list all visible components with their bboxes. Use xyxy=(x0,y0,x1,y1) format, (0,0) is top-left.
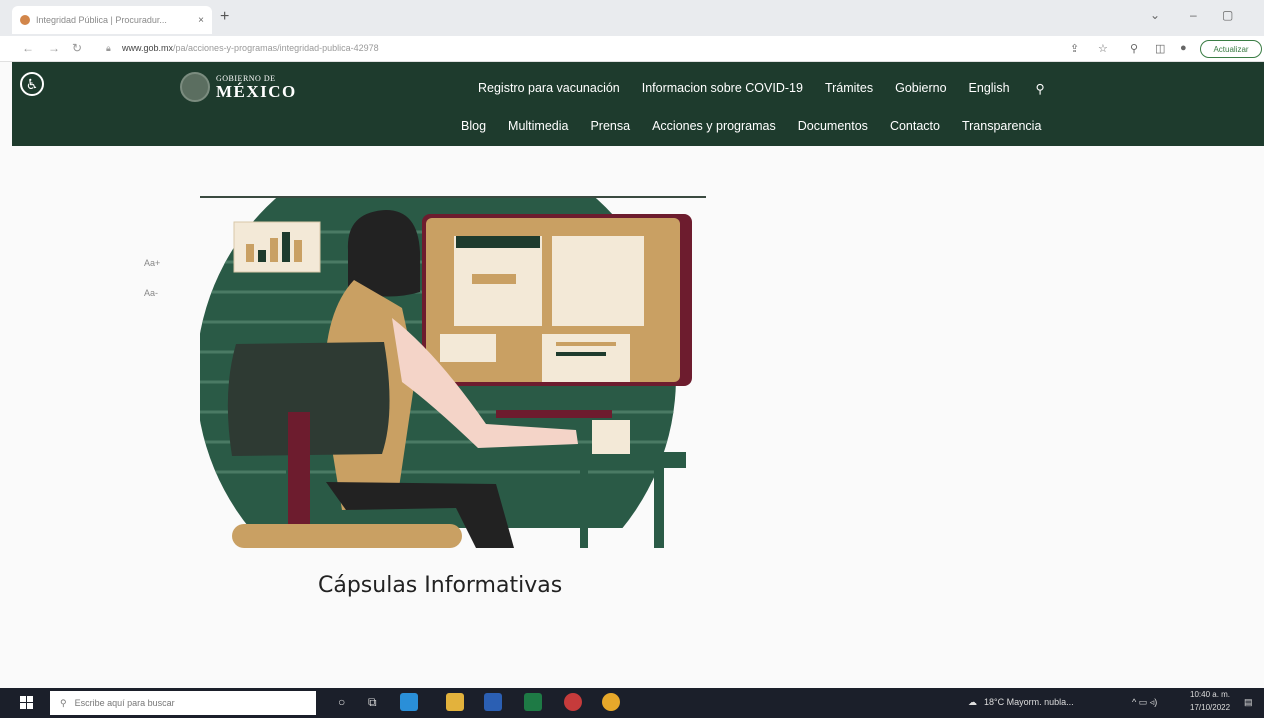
windows-taskbar: ⚲ Escribe aquí para buscar ○ ⧉ ☁ 18°C Ma… xyxy=(0,688,1264,718)
nav-multimedia[interactable]: Multimedia xyxy=(508,119,568,133)
minimize-icon[interactable]: – xyxy=(1190,8,1197,22)
font-increase-button[interactable]: Aa+ xyxy=(144,258,160,268)
browser-tab[interactable]: Integridad Pública | Procuradur... × xyxy=(12,6,212,34)
update-button[interactable]: Actualizar xyxy=(1200,40,1262,58)
url-domain: www.gob.mx xyxy=(122,43,174,53)
search-placeholder: Escribe aquí para buscar xyxy=(74,698,175,708)
url-path: /pa/acciones-y-programas/integridad-publ… xyxy=(173,43,379,53)
secondary-nav: Blog Multimedia Prensa Acciones y progra… xyxy=(461,119,1041,133)
primary-nav: Registro para vacunación Informacion sob… xyxy=(478,81,1045,96)
nav-english[interactable]: English xyxy=(969,81,1010,96)
windows-start-icon[interactable] xyxy=(20,696,33,709)
nav-blog[interactable]: Blog xyxy=(461,119,486,133)
share-icon[interactable]: ⇪ xyxy=(1070,42,1079,55)
site-header: ♿︎ GOBIERNO DE MÉXICO Registro para vacu… xyxy=(12,62,1264,146)
search-icon[interactable]: ⚲ xyxy=(1036,81,1045,96)
bookmark-star-icon[interactable]: ☆ xyxy=(1098,42,1108,55)
weather-icon[interactable]: ☁ xyxy=(968,697,977,708)
logo-line2: MÉXICO xyxy=(216,82,297,101)
browser-tab-strip: Integridad Pública | Procuradur... × + ⌄… xyxy=(0,0,1264,36)
notifications-icon[interactable]: ▤ xyxy=(1244,697,1253,708)
extension-icon[interactable]: ⚲ xyxy=(1130,42,1138,55)
tab-search-icon[interactable]: ⌄ xyxy=(1150,8,1160,22)
back-icon[interactable]: ← xyxy=(22,41,34,55)
cortana-icon[interactable]: ○ xyxy=(338,695,345,709)
edge-icon[interactable] xyxy=(400,693,418,711)
search-icon: ⚲ xyxy=(60,697,67,708)
sidepanel-icon[interactable]: ◫ xyxy=(1155,42,1165,55)
url-field[interactable]: www.gob.mx/pa/acciones-y-programas/integ… xyxy=(122,43,379,53)
tray-icons[interactable]: ^ ▭ ◃) xyxy=(1132,697,1157,708)
gobierno-logo[interactable]: GOBIERNO DE MÉXICO xyxy=(180,72,297,102)
font-size-controls: Aa+ Aa- xyxy=(144,258,160,318)
font-decrease-button[interactable]: Aa- xyxy=(144,288,160,298)
weather-text[interactable]: 18°C Mayorm. nubla... xyxy=(984,697,1074,707)
nav-vacunacion[interactable]: Registro para vacunación xyxy=(478,81,620,96)
clock-date[interactable]: 17/10/2022 xyxy=(1190,703,1230,712)
page-caption[interactable]: Cápsulas Informativas xyxy=(318,573,562,598)
accessibility-icon[interactable]: ♿︎ xyxy=(20,72,44,96)
new-tab-button[interactable]: + xyxy=(220,8,229,26)
clock-time[interactable]: 10:40 a. m. xyxy=(1190,690,1230,699)
nav-contacto[interactable]: Contacto xyxy=(890,119,940,133)
lock-icon[interactable]: 🔒︎ xyxy=(106,43,111,54)
reload-icon[interactable]: ↻ xyxy=(72,41,82,55)
nav-tramites[interactable]: Trámites xyxy=(825,81,873,96)
excel-icon[interactable] xyxy=(524,693,542,711)
profile-icon[interactable]: ● xyxy=(1180,42,1187,54)
nav-documentos[interactable]: Documentos xyxy=(798,119,868,133)
pdf-reader-icon[interactable] xyxy=(564,693,582,711)
address-bar: ← → ↻ 🔒︎ www.gob.mx/pa/acciones-y-progra… xyxy=(0,36,1264,62)
maximize-icon[interactable]: ▢ xyxy=(1222,8,1233,22)
national-seal-icon xyxy=(180,72,210,102)
tab-close-icon[interactable]: × xyxy=(198,15,204,26)
site-favicon-icon xyxy=(20,15,30,25)
chrome-icon[interactable] xyxy=(602,693,620,711)
nav-covid[interactable]: Informacion sobre COVID-19 xyxy=(642,81,803,96)
taskbar-search-input[interactable]: ⚲ Escribe aquí para buscar xyxy=(50,691,316,715)
file-explorer-icon[interactable] xyxy=(446,693,464,711)
forward-icon[interactable]: → xyxy=(48,41,60,55)
task-view-icon[interactable]: ⧉ xyxy=(368,695,377,710)
nav-prensa[interactable]: Prensa xyxy=(590,119,630,133)
nav-acciones[interactable]: Acciones y programas xyxy=(652,119,776,133)
word-icon[interactable] xyxy=(484,693,502,711)
nav-transparencia[interactable]: Transparencia xyxy=(962,119,1041,133)
capsulas-illustration[interactable] xyxy=(196,192,710,554)
tab-title: Integridad Pública | Procuradur... xyxy=(36,15,167,25)
nav-gobierno[interactable]: Gobierno xyxy=(895,81,946,96)
